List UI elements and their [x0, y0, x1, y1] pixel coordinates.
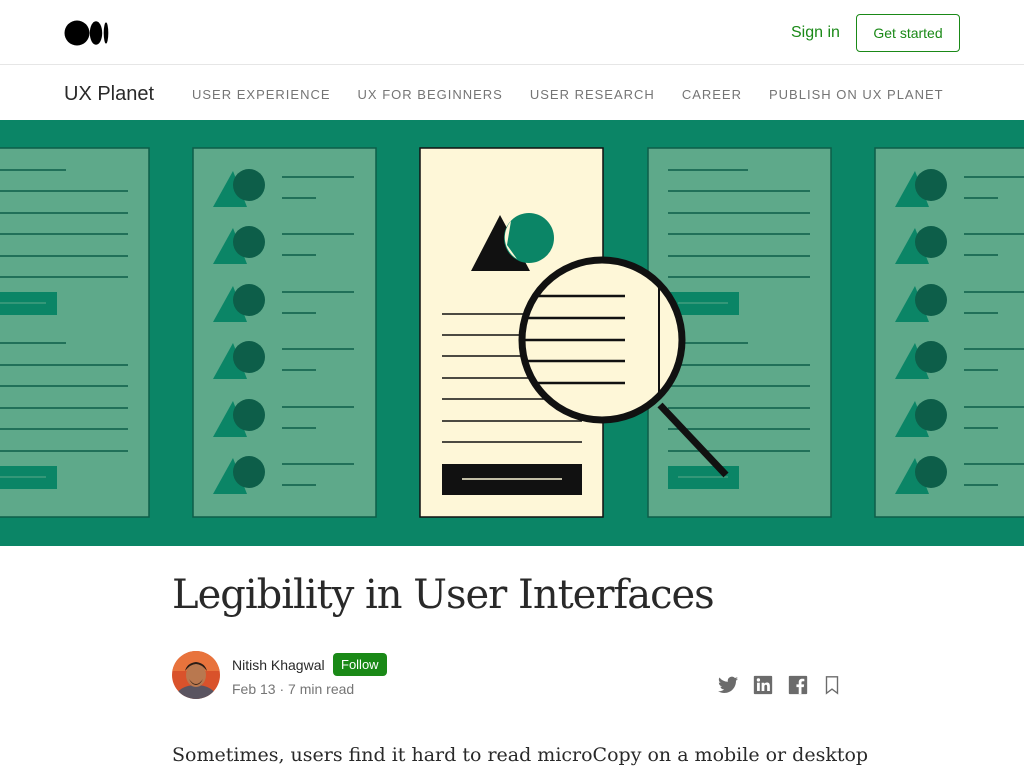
linkedin-icon[interactable]: [752, 674, 774, 696]
read-time: 7 min read: [288, 681, 355, 697]
nav-ux-for-beginners[interactable]: UX FOR BEGINNERS: [358, 87, 503, 102]
follow-button[interactable]: Follow: [333, 653, 387, 676]
facebook-icon[interactable]: [787, 674, 809, 696]
author-avatar[interactable]: [172, 651, 220, 699]
publish-date: Feb 13: [232, 681, 276, 697]
bookmark-icon[interactable]: [821, 674, 843, 696]
nav-user-research[interactable]: USER RESEARCH: [530, 87, 655, 102]
publication-nav: USER EXPERIENCE UX FOR BEGINNERS USER RESE…: [192, 86, 960, 106]
article-meta: Feb 13 · 7 min read: [232, 681, 354, 697]
top-navigation-bar: Sign in Get started: [0, 0, 1024, 65]
nav-user-experience[interactable]: USER EXPERIENCE: [192, 87, 331, 102]
medium-logo-icon[interactable]: [64, 20, 110, 46]
article-title: Legibility in User Interfaces: [172, 572, 715, 618]
get-started-button[interactable]: Get started: [856, 14, 960, 52]
publication-name[interactable]: UX Planet: [64, 83, 154, 106]
nav-publish-on-ux-planet[interactable]: PUBLISH ON UX PLANET: [769, 87, 944, 102]
hero-illustration-art: [0, 147, 1024, 518]
meta-separator: ·: [279, 681, 285, 697]
article-intro-paragraph: Sometimes, users find it hard to read mi…: [172, 744, 869, 766]
hero-illustration: [0, 120, 1024, 546]
author-name[interactable]: Nitish Khagwal: [232, 657, 325, 673]
nav-career[interactable]: CAREER: [682, 87, 742, 102]
sign-in-link[interactable]: Sign in: [791, 24, 840, 42]
twitter-icon[interactable]: [717, 674, 739, 696]
